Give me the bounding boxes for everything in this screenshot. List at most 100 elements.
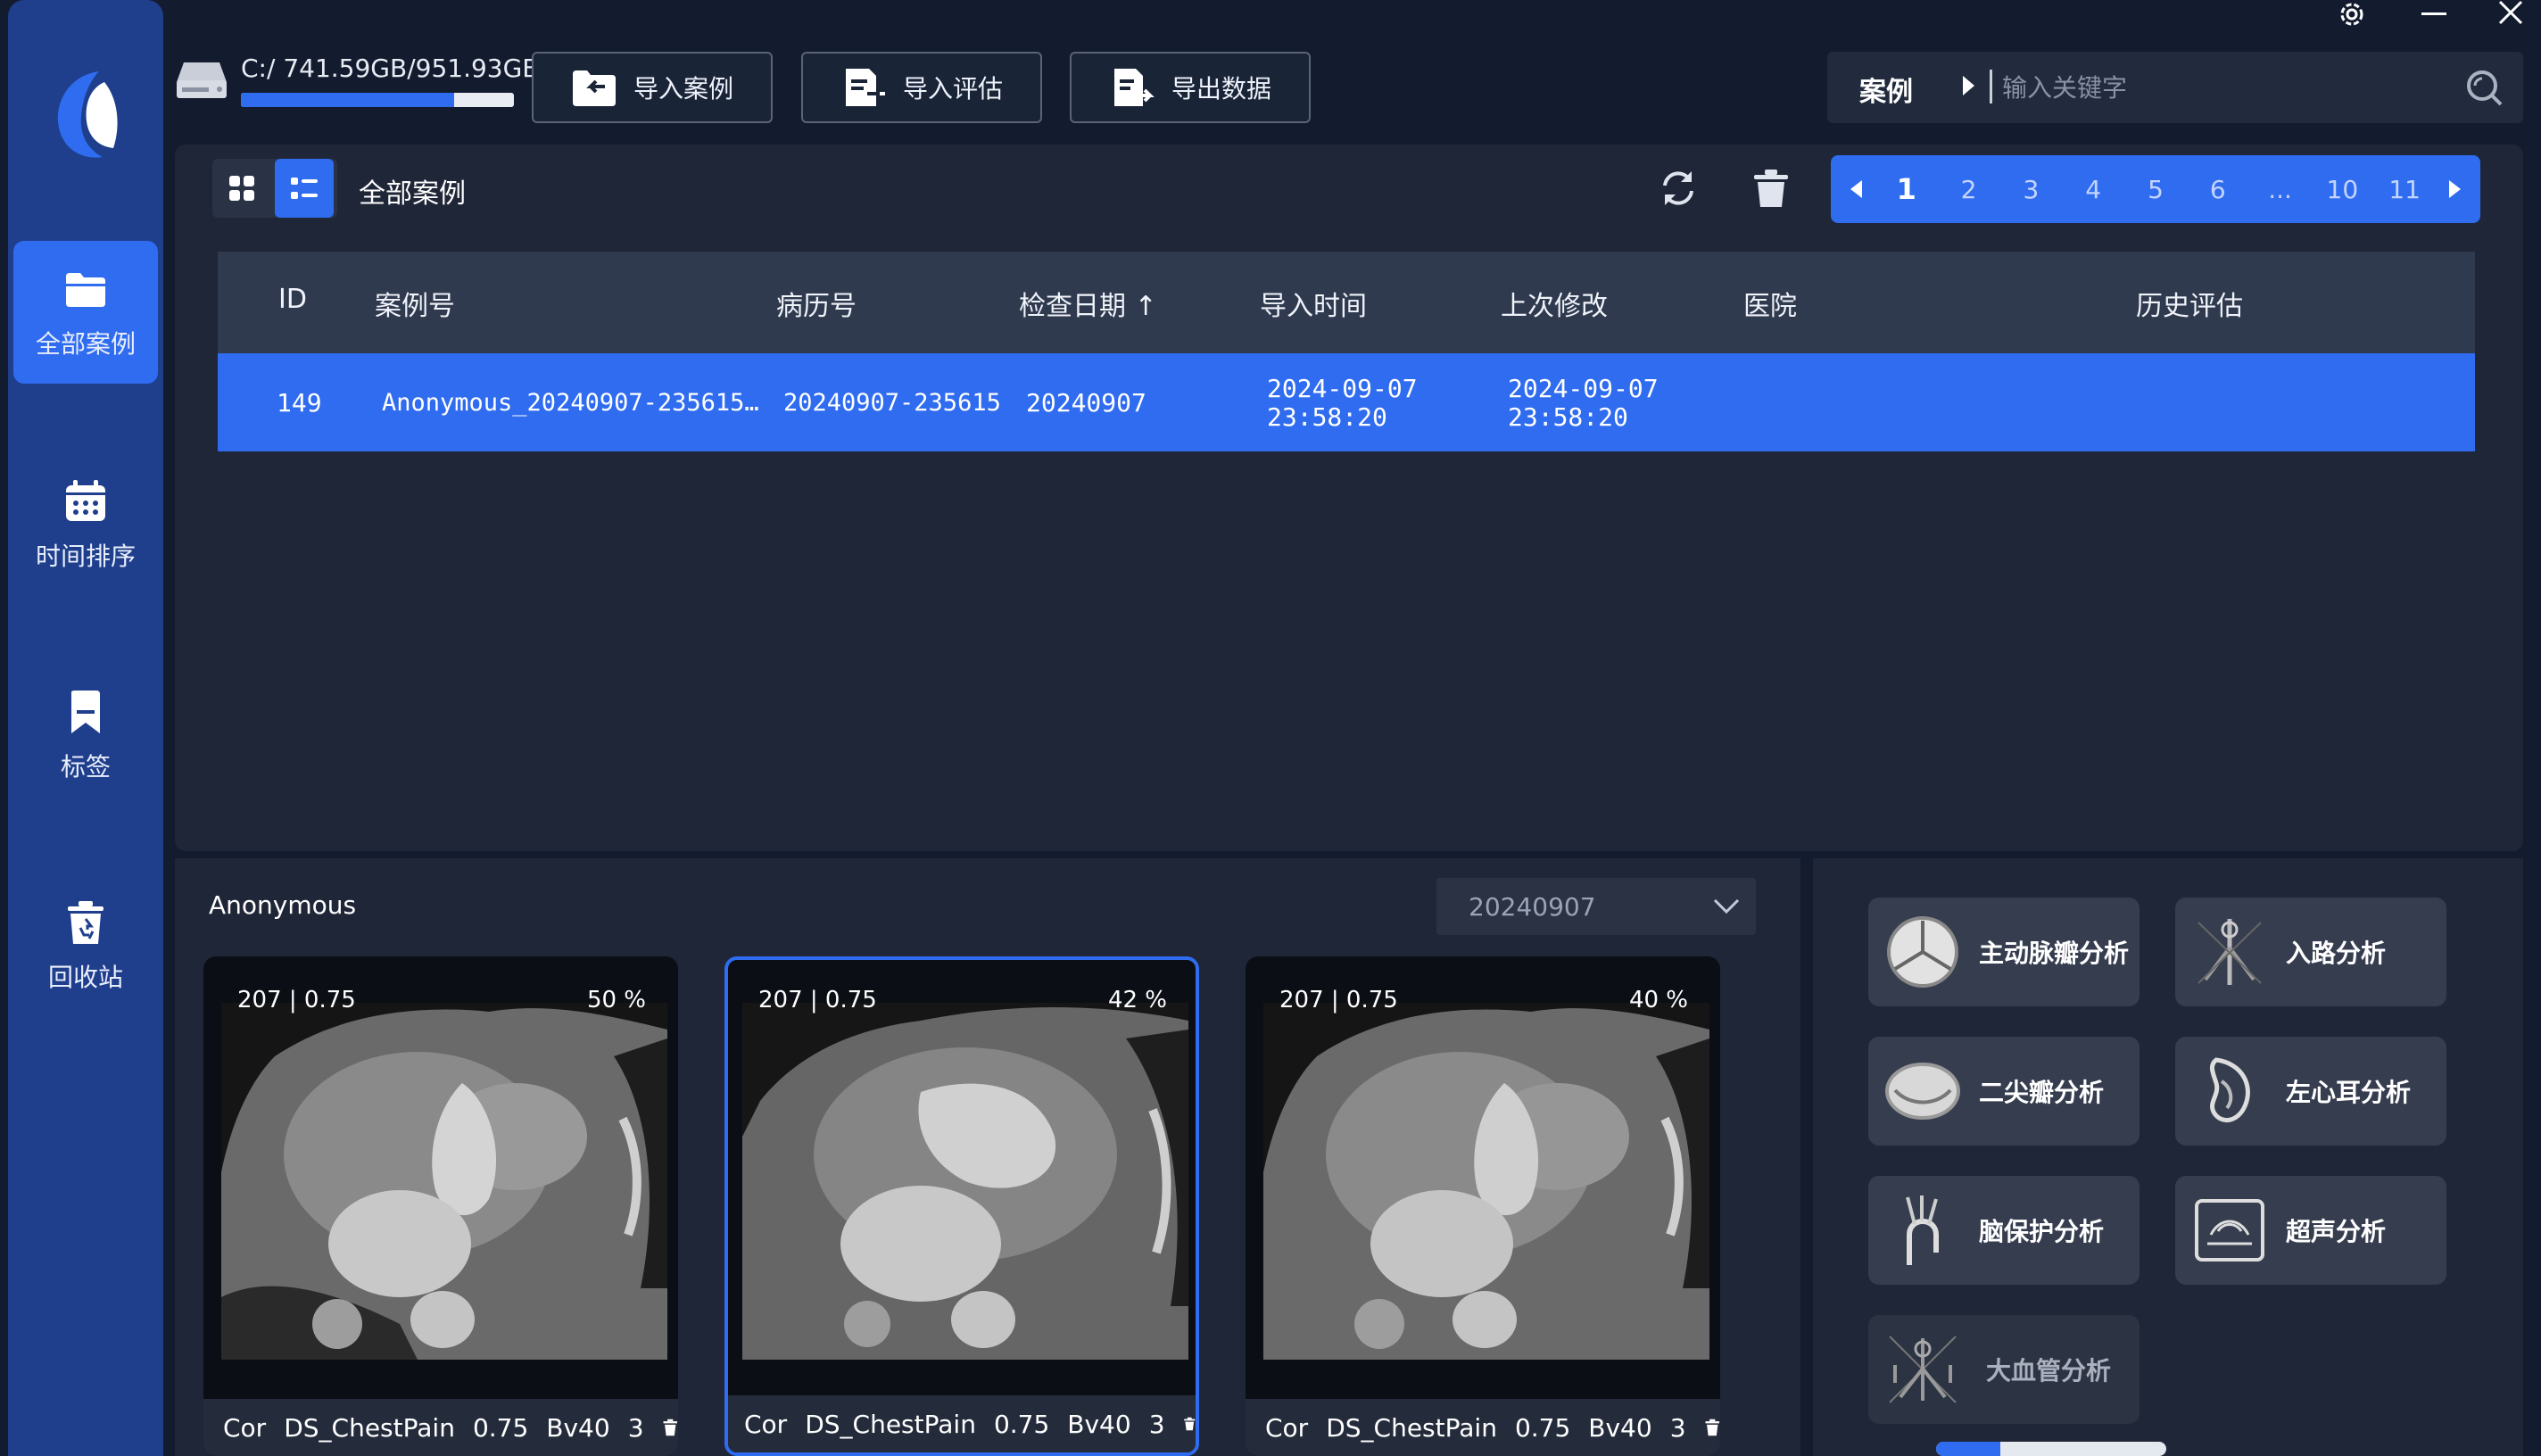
great-vessel-analysis-button[interactable]: 大血管分析 <box>1868 1315 2140 1424</box>
prev-page-icon[interactable] <box>1850 180 1862 198</box>
study-date-select[interactable]: 20240907 <box>1436 878 1756 935</box>
sidebar-item-tags[interactable]: 标签 <box>13 664 158 807</box>
page-2[interactable]: 2 <box>1951 175 1987 204</box>
sidebar-item-label: 时间排序 <box>35 542 136 571</box>
analysis-panel: 主动脉瓣分析 入路分析 二尖瓣分析 左心耳分析 脑保护分析 超声分析 大血管分析 <box>1813 858 2523 1456</box>
table-header: ID 案例号 病历号 检查日期 ↑ 导入时间 上次修改 医院 历史评估 <box>218 252 2475 353</box>
export-data-button[interactable]: 导出数据 <box>1070 52 1311 123</box>
trash-icon[interactable] <box>1183 1412 1196 1435</box>
page-ellipsis: ... <box>2268 174 2292 204</box>
export-data-label: 导出数据 <box>1171 74 1271 103</box>
column-import-time[interactable]: 导入时间 <box>1260 284 1367 323</box>
mitral-valve-analysis-button[interactable]: 二尖瓣分析 <box>1868 1037 2140 1146</box>
import-case-label: 导入案例 <box>633 74 733 103</box>
aortic-valve-icon <box>1887 916 1958 988</box>
series-card[interactable]: 207 | 0.75 40 % Cor DS_ChestPain 0.75 Bv… <box>1246 956 1720 1456</box>
scrollbar-thumb[interactable] <box>1936 1442 2001 1456</box>
series-preview-panel: Anonymous 20240907 207 | 0.75 50 % Cor D… <box>175 858 1800 1456</box>
import-eval-button[interactable]: 导入评估 <box>801 52 1042 123</box>
column-record-no[interactable]: 病历号 <box>776 284 857 323</box>
list-title: 全部案例 <box>359 178 466 210</box>
ct-scan-thumbnail <box>221 1003 667 1360</box>
column-id[interactable]: ID <box>278 284 307 315</box>
search-scope-select[interactable]: 案例 <box>1859 70 1913 109</box>
series-number: 3 <box>1148 1409 1165 1439</box>
disk-usage-label: C:/ 741.59GB/951.93GB <box>241 54 540 83</box>
mitral-valve-icon <box>1885 1063 1960 1120</box>
cell-case-no: Anonymous_20240907-235615… <box>382 389 759 417</box>
analysis-label: 脑保护分析 <box>1979 1217 2105 1246</box>
sidebar-item-all-cases[interactable]: 全部案例 <box>13 241 158 384</box>
search-icon[interactable] <box>2464 68 2504 107</box>
series-info: 207 | 0.75 <box>758 987 877 1013</box>
import-eval-label: 导入评估 <box>902 74 1003 103</box>
series-kernel: Bv40 <box>1588 1412 1652 1443</box>
trash-icon[interactable] <box>1751 168 1792 209</box>
column-hospital[interactable]: 医院 <box>1743 284 1797 323</box>
sidebar-item-recycle-bin[interactable]: 回收站 <box>13 874 158 1017</box>
column-last-modified[interactable]: 上次修改 <box>1501 284 1608 323</box>
analysis-label: 大血管分析 <box>1986 1356 2112 1386</box>
study-date-value: 20240907 <box>1469 892 1596 922</box>
page-1[interactable]: 1 <box>1889 172 1924 206</box>
column-case-no[interactable]: 案例号 <box>375 284 455 323</box>
analysis-label: 入路分析 <box>2286 939 2387 968</box>
folder-icon <box>66 273 105 307</box>
grid-icon <box>229 176 254 201</box>
series-phase: 42 % <box>1107 987 1167 1013</box>
series-footer: Cor DS_ChestPain 0.75 Bv40 3 <box>728 1395 1196 1452</box>
sidebar-item-time-sort[interactable]: 时间排序 <box>13 453 158 596</box>
table-row[interactable]: 149 Anonymous_20240907-235615… 20240907-… <box>218 353 2475 451</box>
series-card-selected[interactable]: 207 | 0.75 42 % Cor DS_ChestPain 0.75 Bv… <box>724 956 1199 1456</box>
series-footer: Cor DS_ChestPain 0.75 Bv40 3 <box>1246 1399 1720 1456</box>
cell-import-time: 23:58:20 <box>1267 402 1387 432</box>
close-icon[interactable] <box>2493 0 2529 32</box>
analysis-scrollbar[interactable] <box>1936 1442 2166 1456</box>
trash-icon[interactable] <box>1704 1416 1720 1439</box>
calendar-icon <box>66 480 105 521</box>
series-card[interactable]: 207 | 0.75 50 % Cor DS_ChestPain 0.75 Bv… <box>203 956 678 1456</box>
minimize-icon[interactable] <box>2416 0 2452 32</box>
series-thickness: 0.75 <box>993 1409 1050 1439</box>
folder-import-icon <box>572 70 616 106</box>
series-kernel: Bv40 <box>546 1412 610 1443</box>
aortic-valve-analysis-button[interactable]: 主动脉瓣分析 <box>1868 898 2140 1006</box>
search-input[interactable] <box>2002 62 2413 112</box>
series-name: DS_ChestPain <box>284 1412 455 1443</box>
search-bar: 案例 <box>1827 52 2523 123</box>
cell-record-no: 20240907-235615 <box>783 389 1001 417</box>
series-view: Cor <box>1265 1412 1309 1443</box>
sort-ascending-icon: ↑ <box>1134 291 1157 322</box>
page-4[interactable]: 4 <box>2075 175 2111 204</box>
disk-icon <box>177 62 227 98</box>
trash-icon[interactable] <box>662 1416 678 1439</box>
settings-gear-icon[interactable] <box>2334 0 2370 32</box>
list-view-button[interactable] <box>275 159 334 218</box>
page-11[interactable]: 11 <box>2387 175 2422 204</box>
page-6[interactable]: 6 <box>2200 175 2236 204</box>
caret-right-icon[interactable] <box>1963 76 1974 95</box>
left-atrial-appendage-analysis-button[interactable]: 左心耳分析 <box>2175 1037 2446 1146</box>
refresh-icon[interactable] <box>1658 168 1699 209</box>
brain-protection-analysis-button[interactable]: 脑保护分析 <box>1868 1176 2140 1285</box>
view-toggle <box>212 159 337 218</box>
column-history[interactable]: 历史评估 <box>2136 284 2243 323</box>
brain-protection-icon <box>1906 1195 1939 1265</box>
page-5[interactable]: 5 <box>2138 175 2173 204</box>
series-view: Cor <box>744 1409 788 1439</box>
cell-modified-time: 23:58:20 <box>1508 402 1628 432</box>
column-exam-date[interactable]: 检查日期 ↑ <box>1019 284 1157 323</box>
next-page-icon[interactable] <box>2448 180 2461 198</box>
ultrasound-analysis-button[interactable]: 超声分析 <box>2175 1176 2446 1285</box>
cell-id: 149 <box>277 388 322 418</box>
access-route-analysis-button[interactable]: 入路分析 <box>2175 898 2446 1006</box>
grid-view-button[interactable] <box>212 159 271 218</box>
import-case-button[interactable]: 导入案例 <box>532 52 773 123</box>
page-10[interactable]: 10 <box>2324 175 2360 204</box>
ct-scan-thumbnail <box>1263 1003 1709 1360</box>
sidebar-item-label: 回收站 <box>47 963 123 992</box>
series-name: DS_ChestPain <box>805 1409 976 1439</box>
series-info: 207 | 0.75 <box>1279 987 1398 1013</box>
page-3[interactable]: 3 <box>2013 175 2049 204</box>
recycle-bin-icon <box>68 901 103 944</box>
